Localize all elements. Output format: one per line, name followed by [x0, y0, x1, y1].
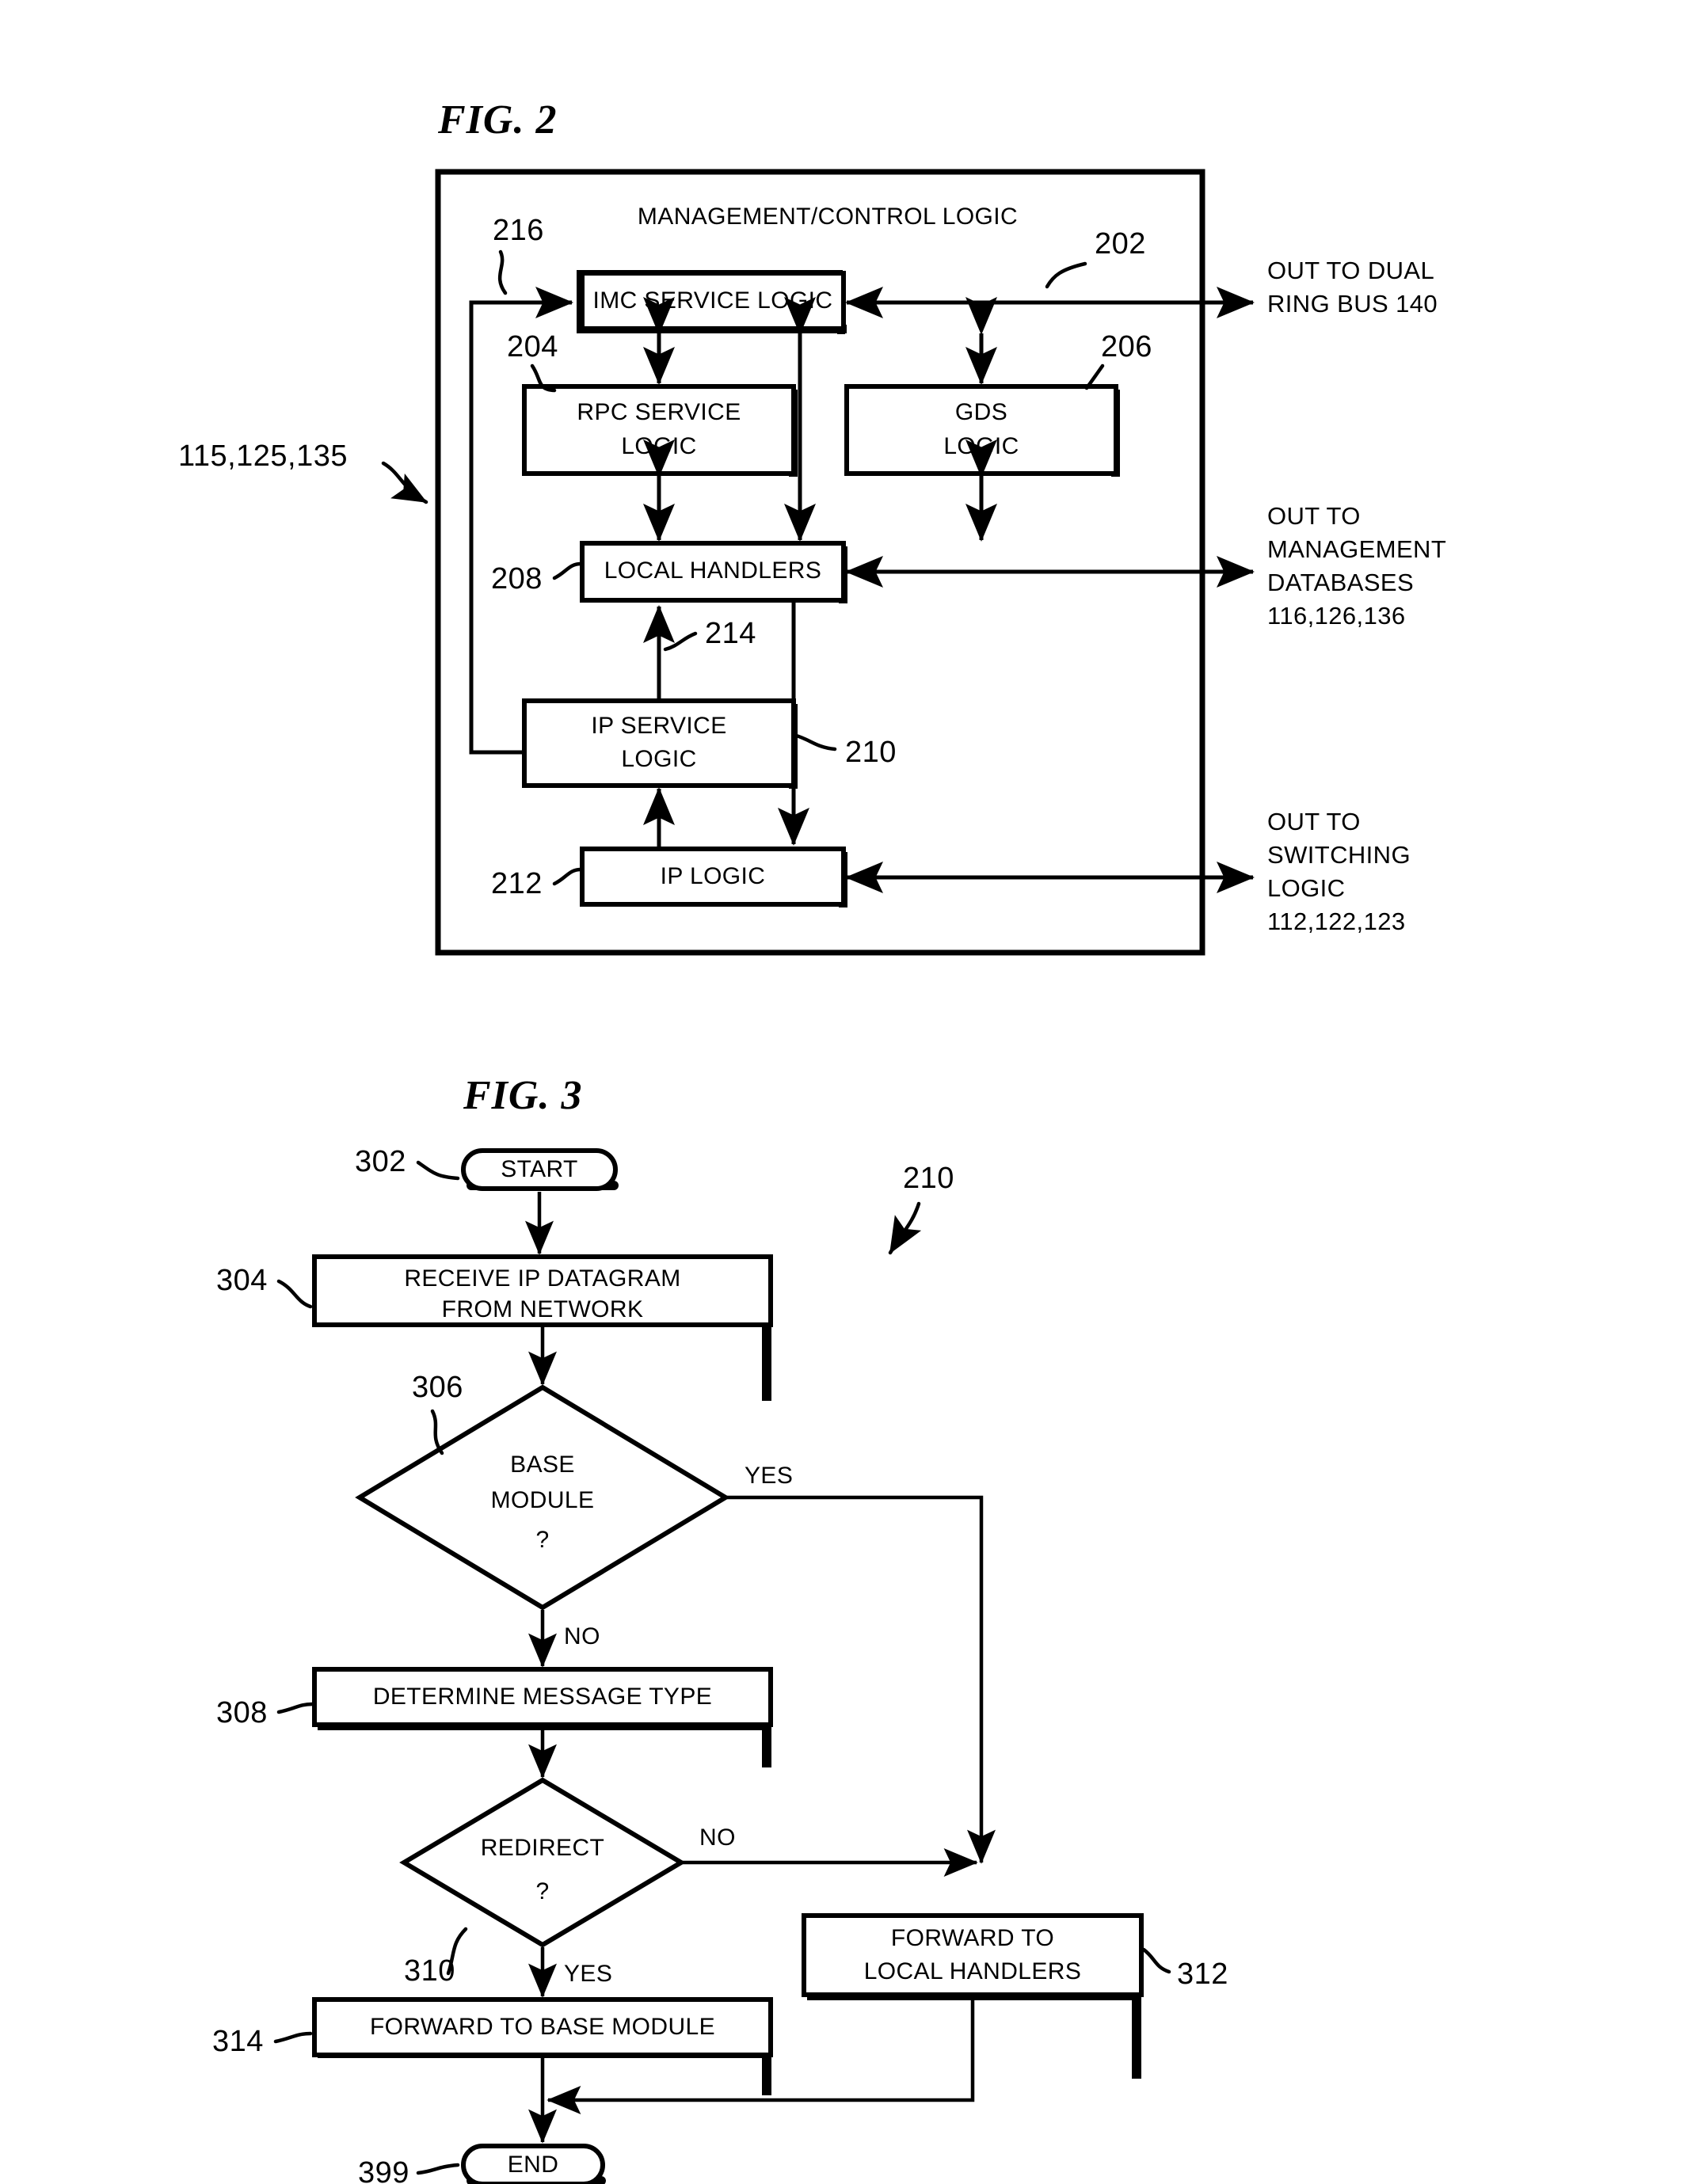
fig2-port-switching-line4: 112,122,123 [1267, 907, 1406, 935]
fig3-node-forward-local-handlers-label-line1: FORWARD TO [891, 1925, 1054, 1951]
fig3-node-end-label: END [508, 2152, 559, 2178]
fig2-ref-204: 204 [507, 330, 558, 363]
fig2-box-rpc: RPC SERVICE LOGIC [522, 384, 798, 477]
fig3-edge-label-base-yes: YES [745, 1463, 793, 1489]
fig3-node-end: END [461, 2144, 606, 2184]
fig2-port-switching-line1: OUT TO [1267, 808, 1361, 835]
fig3-node-receive-label-line1: RECEIVE IP DATAGRAM [404, 1265, 680, 1292]
fig2-port-ring-bus-line1: OUT TO DUAL [1267, 257, 1434, 284]
fig3-node-redirect-label-line1: REDIRECT [481, 1835, 605, 1861]
fig3-node-start-label: START [501, 1156, 578, 1182]
fig3-node-forward-base-module-label: FORWARD TO BASE MODULE [370, 2014, 715, 2040]
patent-drawing-sheet: FIG. 2 MANAGEMENT/CONTROL LOGIC 115,125,… [0, 0, 1691, 2184]
fig3-node-redirect-label-line2: ? [535, 1878, 549, 1904]
fig3-ref-302: 302 [355, 1145, 406, 1178]
fig3-edge-label-redirect-no: NO [699, 1824, 736, 1851]
fig2-port-ring-bus-line2: RING BUS 140 [1267, 290, 1438, 318]
fig2-box-local-handlers: LOCAL HANDLERS [580, 541, 847, 603]
fig3-node-determine-label: DETERMINE MESSAGE TYPE [373, 1684, 712, 1710]
fig2-ref-214: 214 [705, 617, 756, 650]
fig3-node-start: START [461, 1148, 619, 1191]
fig3-title: FIG. 3 [463, 1073, 582, 1118]
fig2-box-imc-label-2: IMC SERVICE LOGIC [593, 287, 833, 314]
fig3-edge-label-base-no: NO [564, 1623, 600, 1649]
fig2-ref-202: 202 [1095, 227, 1146, 261]
fig2-box-ip-service: IP SERVICE LOGIC [522, 698, 798, 789]
fig2-box-gds: GDS LOGIC [844, 384, 1120, 477]
fig3-flow-ref: 210 [903, 1162, 954, 1195]
fig3-edge-label-redirect-yes: YES [564, 1961, 612, 1987]
fig3-node-base-module-label-line1: BASE [510, 1452, 575, 1478]
fig2-box-local-handlers-label: LOCAL HANDLERS [604, 557, 822, 584]
fig2-port-mgmt-db-line2: MANAGEMENT [1267, 535, 1446, 563]
fig2-port-mgmt-db-line1: OUT TO [1267, 502, 1361, 530]
fig2-box-ip-logic-label: IP LOGIC [661, 863, 766, 889]
fig3-node-forward-local-handlers-label-line2: LOCAL HANDLERS [864, 1958, 1082, 1984]
fig3-ref-312: 312 [1177, 1958, 1228, 1991]
fig3-ref-306: 306 [412, 1371, 463, 1404]
fig3-ref-314: 314 [212, 2025, 264, 2058]
fig2-box-gds-label-line1: GDS [955, 399, 1007, 425]
fig2-ref-212: 212 [491, 867, 543, 900]
fig2-port-mgmt-db-line4: 116,126,136 [1267, 602, 1406, 630]
fig2-box-ip-service-label-line2: LOGIC [621, 746, 696, 772]
fig2-box-ip-service-label-line1: IP SERVICE [591, 713, 726, 739]
fig2-container-ref: 115,125,135 [178, 439, 348, 473]
fig3-ref-399: 399 [358, 2156, 409, 2184]
fig2-box-imc-outline: IMC SERVICE LOGIC [580, 271, 847, 333]
fig3-node-receive-label-line2: FROM NETWORK [442, 1296, 644, 1322]
fig2-box-rpc-label-line2: LOGIC [621, 433, 696, 459]
fig3-ref-304: 304 [216, 1264, 268, 1297]
fig2-ref-206: 206 [1101, 330, 1152, 363]
fig2-port-mgmt-db-line3: DATABASES [1267, 569, 1414, 596]
fig2-box-gds-label-line2: LOGIC [943, 433, 1019, 459]
fig2-title: FIG. 2 [437, 97, 557, 143]
fig2-box-rpc-label-line1: RPC SERVICE [577, 399, 741, 425]
fig3-node-base-module-label-line3: ? [535, 1527, 549, 1553]
fig2-port-switching-line3: LOGIC [1267, 874, 1345, 902]
fig2-ref-216: 216 [493, 214, 544, 247]
fig2-box-ip-logic: IP LOGIC [580, 847, 847, 907]
fig2-container-label: MANAGEMENT/CONTROL LOGIC [638, 204, 1018, 230]
fig3-ref-308: 308 [216, 1696, 268, 1729]
fig2-ref-208: 208 [491, 562, 543, 595]
fig3-node-base-module-label-line2: MODULE [491, 1487, 595, 1513]
fig2-port-switching-line2: SWITCHING [1267, 841, 1411, 869]
fig2-ref-210: 210 [845, 736, 897, 769]
